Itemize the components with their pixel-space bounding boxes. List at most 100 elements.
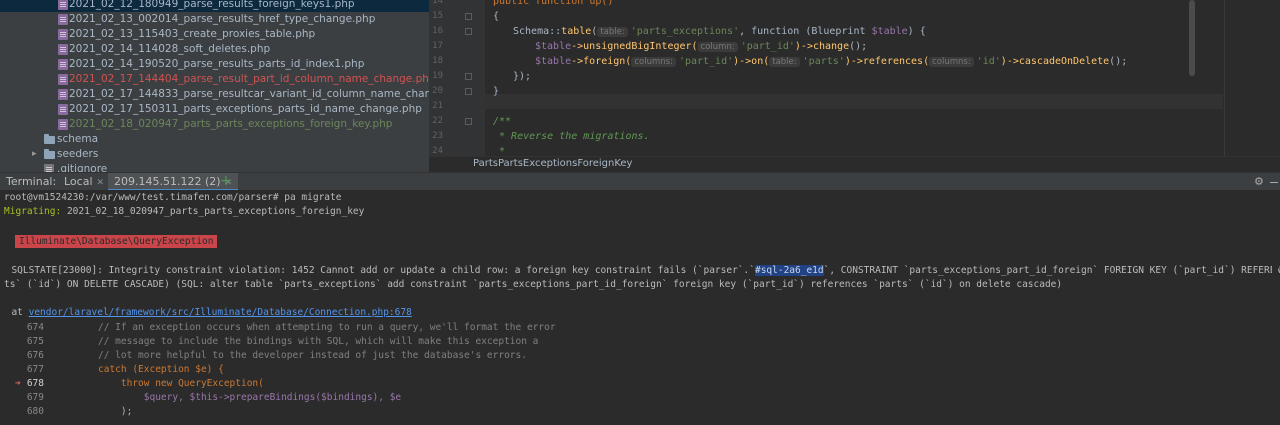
tab-label: Local xyxy=(64,175,93,188)
breadcrumb-class[interactable]: PartsPartsExceptionsForeignKey xyxy=(473,158,632,169)
code-token: 'parts' xyxy=(802,56,845,67)
error-text: `, CONSTRAINT `parts_exceptions_part_id_… xyxy=(823,265,1280,276)
terminal-migrating-line: Migrating: 2021_02_18_020947_parts_parts… xyxy=(4,205,364,219)
current-line-highlight xyxy=(485,94,1223,109)
code-token: $table xyxy=(535,41,572,52)
code-token: :: xyxy=(549,26,562,37)
tree-file-row[interactable]: 2021_02_17_144404_parse_result_part_id_c… xyxy=(0,72,429,87)
fold-marker-icon[interactable] xyxy=(465,118,472,125)
fold-marker-icon[interactable] xyxy=(465,13,472,20)
line-number: 22 xyxy=(432,116,443,126)
selected-text: #sql-2a6_e1d xyxy=(754,265,824,276)
tree-file-row[interactable]: 2021_02_13_115403_create_proxies_table.p… xyxy=(0,27,429,42)
line-number: 15 xyxy=(432,11,443,21)
line-number: 23 xyxy=(432,131,443,141)
php-file-icon xyxy=(58,74,68,85)
code-token: Schema xyxy=(513,26,550,37)
tree-file-row[interactable]: 2021_02_12_180949_parse_results_foreign_… xyxy=(0,0,429,12)
tree-file-name: 2021_02_18_020947_parts_parts_exceptions… xyxy=(69,118,393,130)
terminal-scrollbar[interactable] xyxy=(1272,190,1278,425)
code-line: $table->unsignedBigInteger(column:'part_… xyxy=(535,39,867,54)
line-number: 18 xyxy=(432,56,443,66)
php-file-icon xyxy=(58,104,68,115)
error-text: SQLSTATE[23000]: Integrity constraint vi… xyxy=(0,265,755,276)
tree-file-name: 2021_02_17_144404_parse_result_part_id_c… xyxy=(69,73,429,85)
source-line-number: 676 xyxy=(26,350,44,361)
code-token: 'part_id' xyxy=(740,41,795,52)
code-line: Schema::table(table:'parts_exceptions', … xyxy=(513,26,926,37)
source-file-link[interactable]: vendor/laravel/framework/src/Illuminate/… xyxy=(29,307,412,318)
tree-file-name: 2021_02_17_150311_parts_exceptions_parts… xyxy=(69,103,422,115)
source-line: // If an exception occurs when attemptin… xyxy=(98,322,556,333)
folder-icon xyxy=(44,149,55,159)
param-hint: columns: xyxy=(929,57,974,67)
fold-marker-icon[interactable] xyxy=(465,73,472,80)
source-line-number: 674 xyxy=(26,322,44,333)
stack-location-line: at vendor/laravel/framework/src/Illumina… xyxy=(0,306,412,320)
code-token: )->on( xyxy=(733,56,770,67)
terminal-title: Terminal: xyxy=(6,175,57,188)
code-line: { xyxy=(493,11,500,22)
close-icon[interactable]: ✕ xyxy=(97,178,105,188)
editor-right-margin xyxy=(1224,0,1225,156)
editor-gutter: 14 15 16 17 18 19 20 21 22 23 24 xyxy=(429,0,485,156)
code-token: $table xyxy=(871,26,908,37)
tree-file-row[interactable]: 2021_02_13_002014_parse_results_href_typ… xyxy=(0,12,429,27)
code-line: } xyxy=(493,86,500,97)
folder-icon xyxy=(44,134,55,144)
source-line: ); xyxy=(98,406,133,417)
php-file-icon xyxy=(58,14,68,25)
php-file-icon xyxy=(58,29,68,40)
chevron-right-icon[interactable]: ▸ xyxy=(32,147,37,162)
param-hint: column: xyxy=(697,42,738,52)
source-line: catch (Exception $e) { xyxy=(98,364,224,375)
source-line-number: 678 xyxy=(26,378,44,389)
source-line-number: 679 xyxy=(26,392,44,403)
tab-label: 209.145.51.122 (2) xyxy=(114,175,221,188)
tab-local[interactable]: Local ✕ xyxy=(58,173,110,191)
tree-file-name: 2021_02_13_002014_parse_results_href_typ… xyxy=(69,13,376,25)
line-number: 14 xyxy=(432,0,443,6)
php-file-icon xyxy=(58,89,68,100)
tree-file-row[interactable]: 2021_02_14_114028_soft_deletes.php xyxy=(0,42,429,57)
source-line-number: 675 xyxy=(26,336,44,347)
project-tree[interactable]: 2021_02_12_180949_parse_results_foreign_… xyxy=(0,0,429,172)
code-editor[interactable]: 14 15 16 17 18 19 20 21 22 23 24 public … xyxy=(429,0,1280,172)
exception-line: Illuminate\Database\QueryException xyxy=(15,235,218,249)
fold-marker-icon[interactable] xyxy=(465,28,472,35)
line-number: 19 xyxy=(432,71,443,81)
terminal-output[interactable]: root@vm1524230:/var/www/test.timafen.com… xyxy=(0,190,1280,425)
tree-file-name: 2021_02_12_180949_parse_results_foreign_… xyxy=(69,0,355,10)
gear-icon[interactable]: ⚙ xyxy=(1254,175,1264,188)
param-hint: table: xyxy=(769,57,800,67)
php-file-icon xyxy=(58,59,68,70)
new-tab-plus-icon[interactable]: + xyxy=(220,173,232,190)
tree-file-name: 2021_02_14_114028_soft_deletes.php xyxy=(69,43,271,55)
code-token: ) { xyxy=(907,26,926,37)
breadcrumb[interactable]: PartsPartsExceptionsForeignKey xyxy=(429,156,1280,172)
tree-file-row[interactable]: .gitignore xyxy=(0,162,429,172)
minimize-icon[interactable] xyxy=(1270,173,1278,191)
tree-file-row[interactable]: 2021_02_18_020947_parts_parts_exceptions… xyxy=(0,117,429,132)
terminal-toolbar: Terminal: Local ✕ 209.145.51.122 (2) ✕ + ⚙ xyxy=(0,172,1280,191)
migrating-file: 2021_02_18_020947_parts_parts_exceptions… xyxy=(66,206,365,217)
tree-file-row[interactable]: 2021_02_17_144833_parse_resultcar_varian… xyxy=(0,87,429,102)
tab-remote-session[interactable]: 209.145.51.122 (2) ✕ xyxy=(108,173,239,191)
error-message-line: ts` (`id`) ON DELETE CASCADE) (SQL: alte… xyxy=(4,279,1063,290)
code-line: }); xyxy=(513,71,532,82)
editor-scrollbar[interactable] xyxy=(1189,0,1195,76)
tree-folder-row[interactable]: ▸ seeders xyxy=(0,147,429,162)
code-token: 'parts_exceptions' xyxy=(630,26,740,37)
ide-top-area: 2021_02_12_180949_parse_results_foreign_… xyxy=(0,0,1280,172)
tree-folder-row[interactable]: schema xyxy=(0,132,429,147)
tree-file-row[interactable]: 2021_02_14_190520_parse_results_parts_id… xyxy=(0,57,429,72)
tree-file-row[interactable]: 2021_02_17_150311_parts_exceptions_parts… xyxy=(0,102,429,117)
line-number: 16 xyxy=(432,26,443,36)
code-line: public function up() xyxy=(493,0,614,7)
fold-marker-icon[interactable] xyxy=(465,88,472,95)
exception-badge: Illuminate\Database\QueryException xyxy=(15,235,218,248)
code-token: table xyxy=(561,26,592,37)
param-hint: columns: xyxy=(631,57,676,67)
code-token: ->unsignedBigInteger( xyxy=(571,41,698,52)
source-line-number: 677 xyxy=(26,364,44,375)
